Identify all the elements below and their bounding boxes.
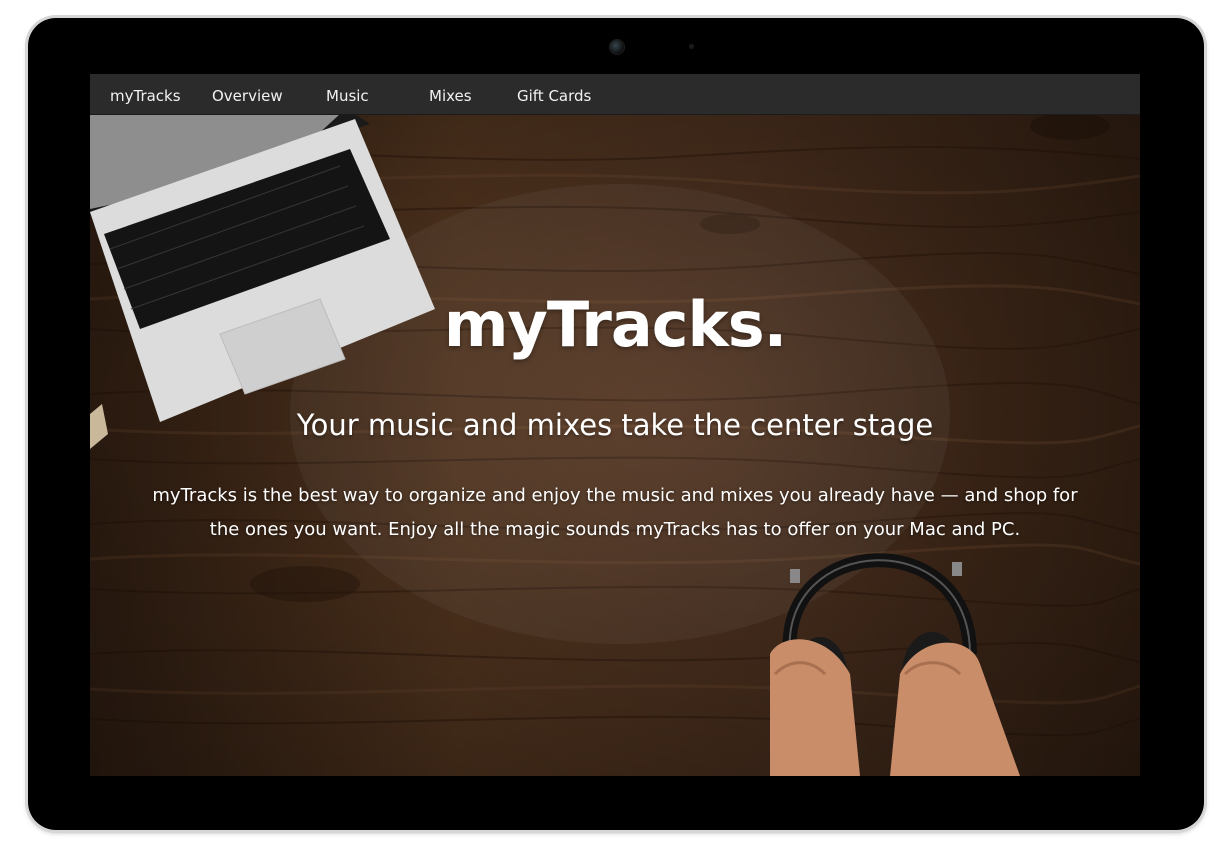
nav-item-music[interactable]: Music	[326, 74, 369, 114]
hero-subtitle: Your music and mixes take the center sta…	[296, 408, 934, 442]
hero-description: myTracks is the best way to organize and…	[152, 485, 1078, 540]
front-camera	[609, 39, 625, 55]
light-sensor	[689, 44, 694, 49]
nav-brand[interactable]: myTracks	[110, 74, 181, 114]
navbar: myTracks Overview Music Mixes Gift Cards	[90, 74, 1140, 115]
screen: myTracks Overview Music Mixes Gift Cards	[90, 74, 1140, 776]
hero-title: myTracks.	[443, 288, 787, 361]
nav-item-mixes[interactable]: Mixes	[429, 74, 472, 114]
nav-item-overview[interactable]: Overview	[212, 74, 283, 114]
hero-background-image	[90, 114, 1140, 776]
hero-section: myTracks. Your music and mixes take the …	[90, 114, 1140, 776]
nav-item-gift-cards[interactable]: Gift Cards	[517, 74, 591, 114]
tablet-device-frame: myTracks Overview Music Mixes Gift Cards	[28, 18, 1204, 830]
